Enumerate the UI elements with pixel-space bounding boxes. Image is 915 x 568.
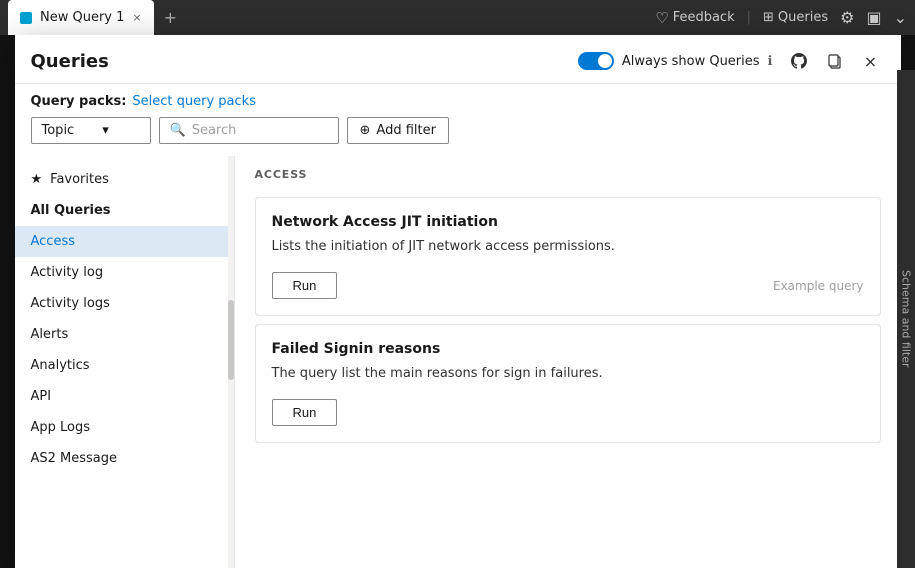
copy-icon[interactable]: [821, 47, 849, 75]
card-1-footer: Run Example query: [272, 272, 864, 299]
panel-header: Queries Always show Queries ℹ ×: [15, 35, 901, 84]
as2-message-label: AS2 Message: [31, 451, 118, 466]
add-filter-label: Add filter: [376, 123, 436, 138]
sidebar-scrollbar-track: [228, 156, 234, 568]
always-show-label: Always show Queries: [622, 54, 760, 69]
close-button[interactable]: ×: [857, 47, 885, 75]
queries-grid-icon: ⊞: [763, 10, 774, 25]
sidebar-item-activity-log[interactable]: Activity log: [15, 257, 234, 288]
tab-bar: New Query 1 × + ♡ Feedback | ⊞ Queries ⚙…: [0, 0, 915, 35]
sidebar-item-analytics[interactable]: Analytics: [15, 350, 234, 381]
sidebar-scrollbar-thumb[interactable]: [228, 300, 234, 380]
tab-dot: [20, 12, 32, 24]
queries-panel: Queries Always show Queries ℹ × Query pa…: [15, 35, 901, 568]
sidebar: ★ Favorites All Queries Access Activity …: [15, 156, 235, 568]
card-1-run-button[interactable]: Run: [272, 272, 338, 299]
content-area: ★ Favorites All Queries Access Activity …: [15, 156, 901, 568]
alerts-label: Alerts: [31, 327, 69, 342]
api-label: API: [31, 389, 52, 404]
panel-title: Queries: [31, 51, 578, 72]
panel-header-icons: ×: [785, 47, 885, 75]
filter-icon: ⊕: [360, 123, 371, 138]
card-2-title: Failed Signin reasons: [272, 341, 864, 357]
schema-filter-label: Schema and filter: [900, 270, 913, 368]
add-tab-button[interactable]: +: [158, 8, 183, 27]
add-filter-button[interactable]: ⊕ Add filter: [347, 117, 449, 144]
card-1-title: Network Access JIT initiation: [272, 214, 864, 230]
app-logs-label: App Logs: [31, 420, 91, 435]
feedback-heart-icon: ♡: [655, 9, 668, 27]
topic-dropdown[interactable]: Topic ▾: [31, 117, 151, 144]
top-right-toolbar: ♡ Feedback | ⊞ Queries ⚙ ▣ ⌄: [655, 8, 907, 27]
query-card-1: Network Access JIT initiation Lists the …: [255, 197, 881, 316]
active-tab[interactable]: New Query 1 ×: [8, 0, 154, 35]
analytics-label: Analytics: [31, 358, 90, 373]
card-1-example-label: Example query: [773, 279, 864, 293]
topic-chevron-icon: ▾: [102, 123, 109, 138]
all-queries-heading: All Queries: [15, 195, 234, 226]
activity-logs-label: Activity logs: [31, 296, 110, 311]
always-show-toggle-area: Always show Queries ℹ: [578, 52, 773, 70]
schema-filter-sidebar[interactable]: Schema and filter: [897, 70, 915, 568]
card-2-footer: Run: [272, 399, 864, 426]
tab-close-icon[interactable]: ×: [132, 11, 141, 24]
favorites-label: Favorites: [50, 172, 109, 187]
query-card-2: Failed Signin reasons The query list the…: [255, 324, 881, 443]
info-icon[interactable]: ℹ: [768, 54, 773, 69]
query-packs-label: Query packs:: [31, 94, 127, 109]
feedback-button[interactable]: ♡ Feedback: [655, 9, 734, 27]
sidebar-item-alerts[interactable]: Alerts: [15, 319, 234, 350]
sidebar-item-activity-logs[interactable]: Activity logs: [15, 288, 234, 319]
overlay: Queries Always show Queries ℹ × Query pa…: [0, 35, 915, 568]
star-icon: ★: [31, 172, 43, 187]
sidebar-item-app-logs[interactable]: App Logs: [15, 412, 234, 443]
always-show-toggle[interactable]: [578, 52, 614, 70]
sidebar-item-access[interactable]: Access: [15, 226, 234, 257]
github-icon[interactable]: [785, 47, 813, 75]
activity-log-label: Activity log: [31, 265, 104, 280]
access-label: Access: [31, 234, 76, 249]
settings-icon[interactable]: ⚙: [840, 8, 854, 27]
search-icon: 🔍: [170, 123, 186, 138]
sidebar-item-api[interactable]: API: [15, 381, 234, 412]
search-placeholder: Search: [192, 123, 237, 138]
sidebar-item-as2-message[interactable]: AS2 Message: [15, 443, 234, 474]
feedback-label: Feedback: [673, 10, 735, 25]
main-content: ACCESS Network Access JIT initiation Lis…: [235, 156, 901, 568]
tab-title: New Query 1: [40, 10, 124, 25]
queries-label: Queries: [778, 10, 828, 25]
card-2-description: The query list the main reasons for sign…: [272, 365, 864, 383]
section-header-access: ACCESS: [235, 156, 901, 189]
queries-button[interactable]: ⊞ Queries: [763, 10, 828, 25]
topic-label: Topic: [42, 123, 75, 138]
card-2-run-button[interactable]: Run: [272, 399, 338, 426]
panels-icon[interactable]: ▣: [866, 8, 881, 27]
search-box[interactable]: 🔍 Search: [159, 117, 339, 144]
query-packs-row: Query packs: Select query packs: [15, 84, 901, 117]
select-query-packs-link[interactable]: Select query packs: [132, 94, 256, 109]
filter-row: Topic ▾ 🔍 Search ⊕ Add filter: [15, 117, 901, 156]
chevron-down-icon[interactable]: ⌄: [894, 8, 907, 27]
sidebar-item-favorites[interactable]: ★ Favorites: [15, 164, 234, 195]
card-1-description: Lists the initiation of JIT network acce…: [272, 238, 864, 256]
